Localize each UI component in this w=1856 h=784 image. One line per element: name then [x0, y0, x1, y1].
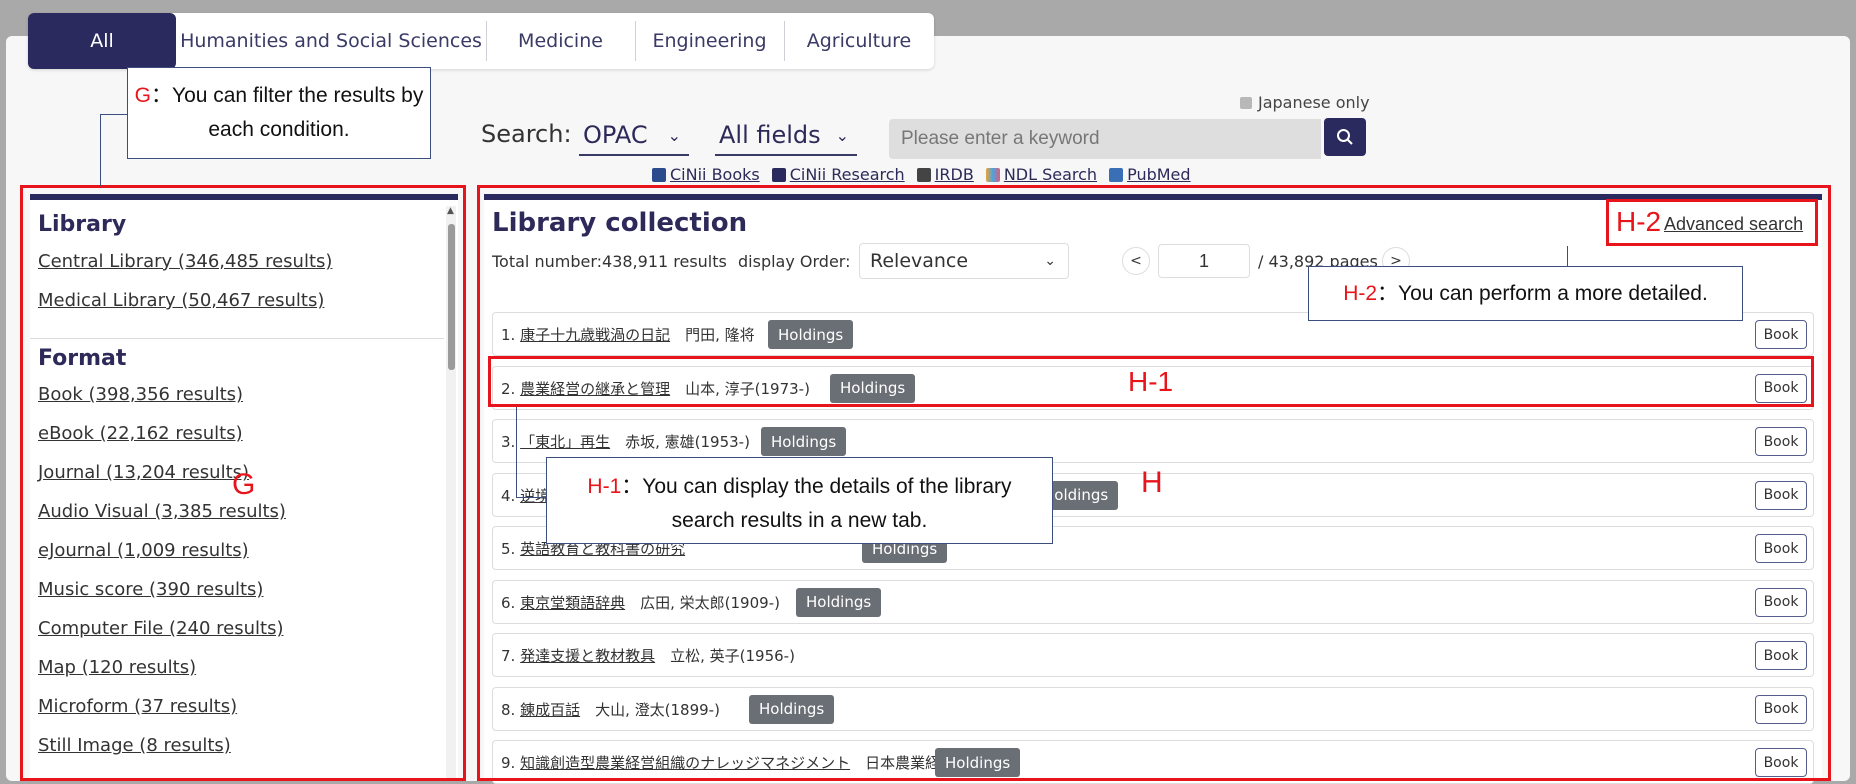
- search-icon: [1337, 129, 1353, 145]
- tab-agriculture[interactable]: Agriculture: [784, 13, 934, 69]
- tab-humanities[interactable]: Humanities and Social Sciences: [176, 13, 486, 69]
- field-select[interactable]: All fields ⌄: [715, 116, 857, 156]
- link-pubmed[interactable]: PubMed: [1109, 165, 1191, 184]
- tab-medicine[interactable]: Medicine: [486, 13, 635, 69]
- external-links: CiNii Books CiNii Research IRDB NDL Sear…: [652, 165, 1191, 184]
- keyword-input[interactable]: [889, 119, 1321, 159]
- chevron-down-icon: ⌄: [835, 125, 849, 145]
- callout-h2: H-2：You can perform a more detailed.: [1308, 266, 1743, 321]
- tab-all[interactable]: All: [28, 13, 176, 69]
- pubmed-icon: [1109, 167, 1124, 182]
- annotation-label-h2: H-2: [1616, 206, 1662, 237]
- link-cinii-research[interactable]: CiNii Research: [771, 165, 905, 184]
- callout-line: [516, 497, 546, 498]
- callout-line: [100, 114, 128, 115]
- callout-line: [1567, 246, 1568, 266]
- annotation-label-h: H: [1141, 466, 1163, 499]
- source-select[interactable]: OPAC ⌄: [579, 116, 689, 156]
- callout-line: [516, 407, 517, 497]
- ndl-icon: [985, 167, 1000, 182]
- search-label: Search:: [481, 120, 572, 148]
- cinii-icon: [652, 167, 666, 182]
- checkbox-icon: [1240, 96, 1252, 109]
- link-cinii-books[interactable]: CiNii Books: [652, 165, 760, 184]
- callout-h1: H-1：You can display the details of the l…: [546, 457, 1053, 544]
- link-ndl-search[interactable]: NDL Search: [985, 165, 1097, 184]
- link-irdb[interactable]: IRDB: [916, 165, 974, 184]
- category-tabs: All Humanities and Social Sciences Medic…: [28, 13, 934, 69]
- irdb-icon: [916, 167, 931, 182]
- callout-line: [100, 114, 101, 186]
- cinii-icon: [771, 167, 786, 182]
- japanese-only-checkbox[interactable]: Japanese only: [1240, 93, 1370, 112]
- annotation-label-h1: H-1: [1128, 366, 1174, 397]
- search-button[interactable]: [1324, 118, 1366, 156]
- chevron-down-icon: ⌄: [667, 125, 681, 145]
- tab-engineering[interactable]: Engineering: [635, 13, 784, 69]
- annotation-label-g: G: [232, 468, 256, 501]
- callout-g: G：You can filter the results by each con…: [127, 67, 431, 159]
